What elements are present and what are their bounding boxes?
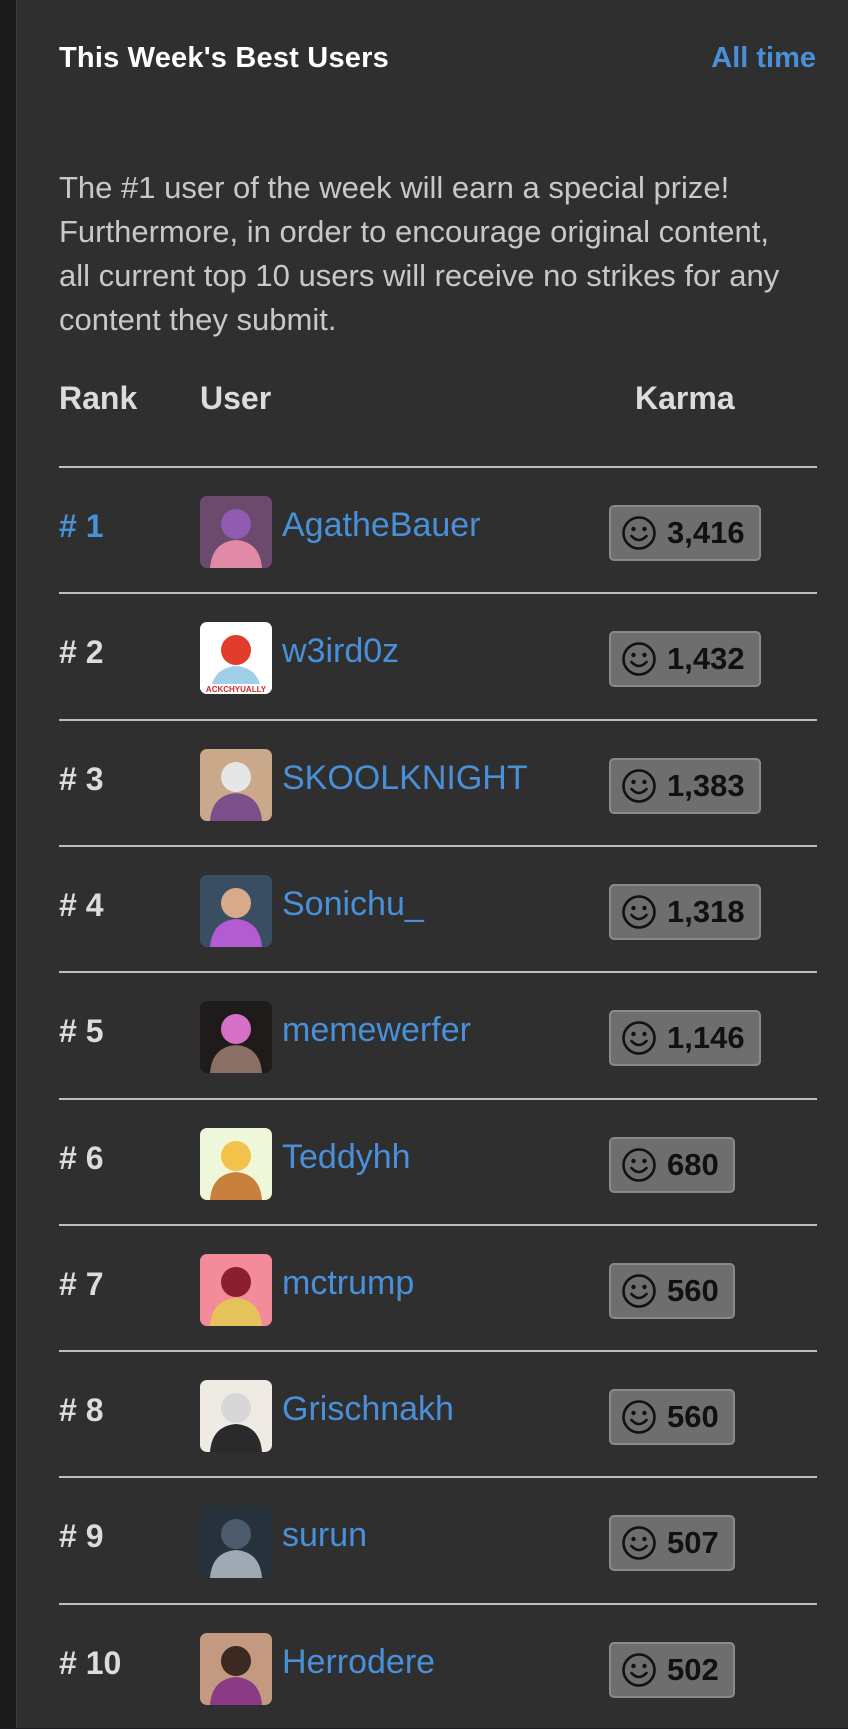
karma-value: 560 <box>667 1399 719 1435</box>
karma-badge: 1,383 <box>609 757 761 814</box>
karma-badge: 680 <box>609 1136 735 1193</box>
panel-title: This Week's Best Users <box>59 41 389 74</box>
karma-value: 507 <box>667 1525 719 1561</box>
rank-label: # 9 <box>59 1518 104 1555</box>
leaderboard-row: # 1 AgatheBauer 3,416 <box>59 468 817 592</box>
user-avatar[interactable] <box>200 748 272 821</box>
best-users-panel: This Week's Best Users All time The #1 u… <box>16 0 848 1728</box>
karma-value: 680 <box>667 1146 719 1182</box>
smiley-face-icon <box>622 1400 656 1434</box>
karma-badge: 1,318 <box>609 883 761 940</box>
user-avatar[interactable] <box>200 1253 272 1326</box>
smiley-face-icon <box>622 1526 656 1561</box>
user-avatar[interactable] <box>200 1632 272 1705</box>
karma-value: 1,318 <box>667 893 745 929</box>
karma-badge: 1,146 <box>609 1010 761 1067</box>
karma-badge: 507 <box>609 1515 735 1572</box>
rank-label: # 8 <box>59 1392 104 1429</box>
karma-value: 1,432 <box>667 641 745 677</box>
smiley-face-icon <box>622 1273 656 1308</box>
karma-value: 1,146 <box>667 1020 745 1056</box>
karma-value: 3,416 <box>667 515 745 550</box>
karma-value: 502 <box>667 1651 719 1687</box>
smiley-face-icon <box>622 1652 656 1687</box>
panel-header: This Week's Best Users All time <box>59 38 816 78</box>
column-header-user: User <box>200 380 272 416</box>
leaderboard-row: # 10 Herrodere 502 <box>59 1605 817 1729</box>
karma-badge: 3,416 <box>609 505 761 561</box>
column-headers: Rank User Karma <box>59 380 816 424</box>
karma-badge: 502 <box>609 1641 735 1698</box>
leaderboard-row: # 7 mctrump 560 <box>59 1226 817 1350</box>
left-edge-strip <box>0 0 16 1728</box>
username-link[interactable]: Grischnakh <box>282 1390 454 1429</box>
user-avatar[interactable] <box>200 1001 272 1074</box>
smiley-face-icon <box>622 1147 656 1182</box>
username-link[interactable]: surun <box>282 1516 367 1555</box>
rank-label: # 6 <box>59 1139 104 1176</box>
user-avatar[interactable] <box>200 1506 272 1579</box>
rank-label: # 4 <box>59 886 104 923</box>
karma-badge: 560 <box>609 1389 735 1446</box>
username-link[interactable]: Herrodere <box>282 1643 435 1682</box>
karma-badge: 1,432 <box>609 631 761 688</box>
smiley-face-icon <box>622 895 656 929</box>
svg-text:ACKCHYUALLY: ACKCHYUALLY <box>206 685 267 694</box>
leaderboard-row: # 2 ACKCHYUALLY w3ird0z 1,432 <box>59 594 817 718</box>
username-link[interactable]: Sonichu_ <box>282 885 424 924</box>
user-avatar[interactable] <box>200 874 272 947</box>
rank-label: # 2 <box>59 634 104 671</box>
column-header-rank: Rank <box>59 380 138 416</box>
username-link[interactable]: SKOOLKNIGHT <box>282 759 528 798</box>
leaderboard-row: # 6 Teddyhh 680 <box>59 1100 817 1224</box>
karma-value: 560 <box>667 1272 719 1308</box>
column-header-karma: Karma <box>635 380 735 416</box>
user-avatar[interactable] <box>200 1127 272 1200</box>
smiley-face-icon <box>622 1021 656 1055</box>
leaderboard-row: # 3 SKOOLKNIGHT 1,383 <box>59 721 817 845</box>
username-link[interactable]: Teddyhh <box>282 1138 411 1177</box>
username-link[interactable]: mctrump <box>282 1264 414 1303</box>
user-avatar[interactable] <box>200 496 272 568</box>
rank-label: # 7 <box>59 1265 104 1302</box>
rank-label: # 10 <box>59 1644 122 1681</box>
smiley-face-icon <box>622 516 656 550</box>
rank-label: # 3 <box>59 760 104 797</box>
smiley-face-icon <box>622 768 656 803</box>
intro-text: The #1 user of the week will earn a spec… <box>59 170 780 337</box>
karma-badge: 560 <box>609 1262 735 1319</box>
all-time-link[interactable]: All time <box>711 42 816 75</box>
rank-label: # 1 <box>59 508 104 544</box>
user-avatar[interactable]: ACKCHYUALLY <box>200 622 272 695</box>
leaderboard-row: # 5 memewerfer 1,146 <box>59 973 817 1097</box>
smiley-face-icon <box>622 642 656 677</box>
username-link[interactable]: AgatheBauer <box>282 506 481 545</box>
leaderboard-row: # 8 Grischnakh 560 <box>59 1352 817 1476</box>
karma-value: 1,383 <box>667 767 745 803</box>
rank-label: # 5 <box>59 1013 104 1050</box>
leaderboard-row: # 9 surun 507 <box>59 1478 817 1602</box>
username-link[interactable]: memewerfer <box>282 1011 471 1050</box>
username-link[interactable]: w3ird0z <box>282 632 399 671</box>
user-avatar[interactable] <box>200 1380 272 1453</box>
leaderboard-row: # 4 Sonichu_ 1,318 <box>59 847 817 971</box>
